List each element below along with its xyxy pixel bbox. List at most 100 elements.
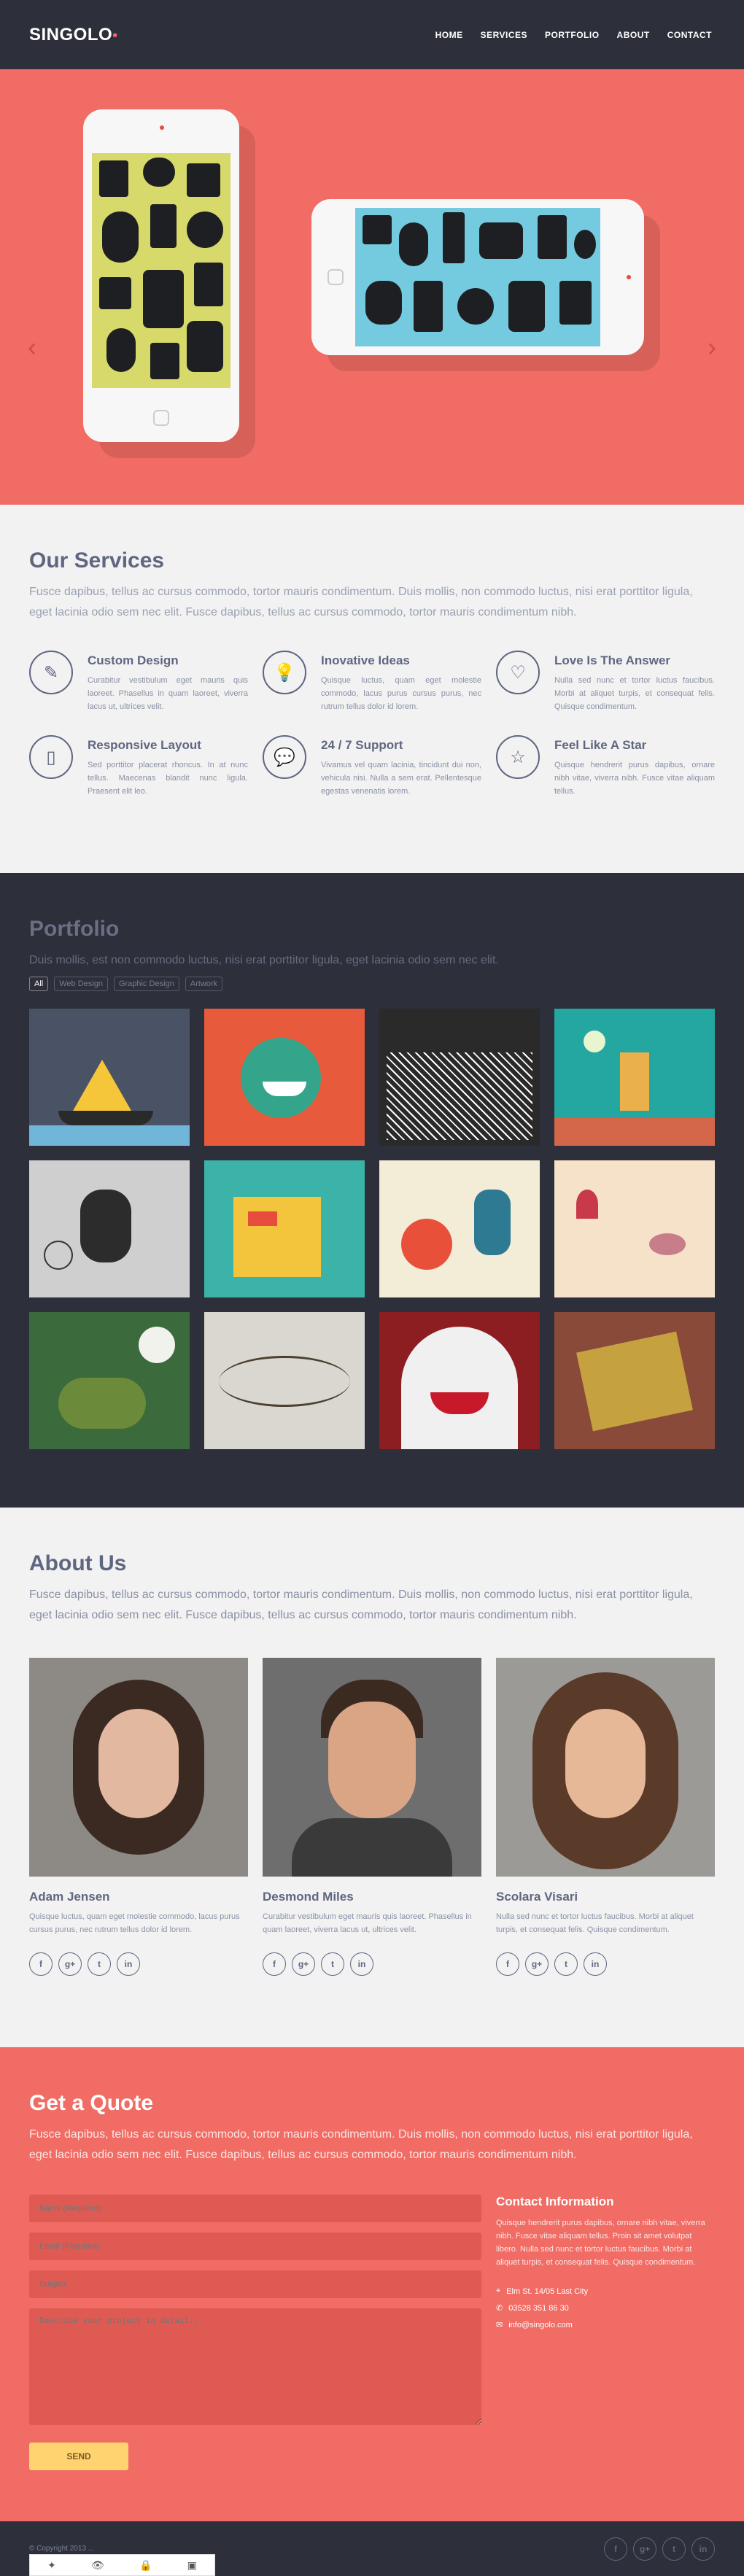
team-grid: Adam Jensen Quisque luctus, quam eget mo… xyxy=(29,1658,715,1976)
phone-icon: ✆ xyxy=(496,2304,503,2313)
linkedin-icon[interactable]: in xyxy=(117,1952,140,1976)
filter-web-design[interactable]: Web Design xyxy=(54,977,108,991)
team-member: Adam Jensen Quisque luctus, quam eget mo… xyxy=(29,1658,248,1976)
member-socials: f g+ t in xyxy=(496,1952,715,1976)
phone-icon: ▯ xyxy=(29,735,73,779)
linkedin-icon[interactable]: in xyxy=(584,1952,607,1976)
filter-artwork[interactable]: Artwork xyxy=(185,977,223,991)
service-text: Quisque hendrerit purus dapibus, ornare … xyxy=(554,761,715,796)
details-field[interactable] xyxy=(29,2308,481,2425)
nav-contact[interactable]: CONTACT xyxy=(664,27,715,43)
logo[interactable]: SINGOLO• xyxy=(29,25,117,45)
send-button[interactable]: SEND xyxy=(29,2443,128,2470)
facebook-icon[interactable]: f xyxy=(604,2537,627,2561)
google-plus-icon[interactable]: g+ xyxy=(633,2537,656,2561)
dragon-artwork[interactable] xyxy=(29,1312,190,1449)
about-section: About Us Fusce dapibus, tellus ac cursus… xyxy=(0,1508,744,2047)
service-title: 24 / 7 Support xyxy=(321,738,403,752)
services-section: Our Services Fusce dapibus, tellus ac cu… xyxy=(0,505,744,873)
name-field[interactable] xyxy=(29,2195,481,2222)
location-icon: ⌖ xyxy=(496,2286,501,2295)
contact-info: Contact Information Quisque hendrerit pu… xyxy=(496,2195,715,2470)
window-icon[interactable]: ▣ xyxy=(187,2559,197,2572)
phone-camera xyxy=(160,125,164,130)
filter-graphic-design[interactable]: Graphic Design xyxy=(113,977,179,991)
twitter-icon[interactable]: t xyxy=(554,1952,578,1976)
subject-field[interactable] xyxy=(29,2270,481,2298)
copyright: © Copyright 2013 ... xyxy=(29,2545,95,2553)
birds-artwork[interactable] xyxy=(554,1160,715,1297)
sketch-creatures-artwork[interactable] xyxy=(29,1160,190,1297)
vertical-phone-screen xyxy=(92,153,230,388)
portfolio-grid xyxy=(29,1009,715,1449)
eye-icon[interactable]: 👁 xyxy=(91,2559,104,2572)
twitter-icon[interactable]: t xyxy=(88,1952,111,1976)
robot-island-artwork[interactable] xyxy=(554,1009,715,1146)
phone-home-button xyxy=(328,269,344,285)
horizontal-phone-image xyxy=(311,199,644,355)
nav-home[interactable]: HOME xyxy=(433,27,466,43)
lettering-artwork[interactable] xyxy=(204,1312,365,1449)
facebook-icon[interactable]: f xyxy=(29,1952,53,1976)
filter-all[interactable]: All xyxy=(29,977,49,991)
facebook-icon[interactable]: f xyxy=(263,1952,286,1976)
email-field[interactable] xyxy=(29,2232,481,2260)
portfolio-title: Portfolio xyxy=(29,917,120,941)
team-member: Scolara Visari Nulla sed nunc et tortor … xyxy=(496,1658,715,1976)
doodle-city-artwork[interactable] xyxy=(379,1009,540,1146)
twitter-icon[interactable]: t xyxy=(662,2537,686,2561)
member-text: Quisque luctus, quam eget molestie commo… xyxy=(29,1912,240,1934)
chat-icon: 💬 xyxy=(263,735,306,779)
contact-email: ✉ info@singolo.com xyxy=(496,2320,715,2330)
service-text: Sed porttitor placerat rhoncus. In at nu… xyxy=(88,761,248,796)
slider-prev-arrow[interactable]: ‹ xyxy=(28,332,36,362)
portfolio-filters: All Web Design Graphic Design Artwork xyxy=(29,977,715,991)
nav-portfolio[interactable]: PORTFOLIO xyxy=(542,27,602,43)
facebook-icon[interactable]: f xyxy=(496,1952,519,1976)
member-text: Nulla sed nunc et tortor luctus faucibus… xyxy=(496,1912,694,1934)
quote-intro: Fusce dapibus, tellus ac cursus commodo,… xyxy=(29,2128,693,2161)
footer-socials: f g+ t in xyxy=(604,2537,715,2561)
service-title: Feel Like A Star xyxy=(554,738,647,752)
golden-book-artwork[interactable] xyxy=(554,1312,715,1449)
email-text[interactable]: info@singolo.com xyxy=(508,2321,573,2329)
service-item: 💡 Inovative Ideas Quisque luctus, quam e… xyxy=(263,651,481,713)
member-name: Scolara Visari xyxy=(496,1890,578,1904)
sailboat-artwork[interactable] xyxy=(29,1009,190,1146)
sdk-city-artwork[interactable] xyxy=(204,1160,365,1297)
white-monster-artwork[interactable] xyxy=(379,1312,540,1449)
horizontal-phone-screen xyxy=(355,208,600,346)
nav-services[interactable]: SERVICES xyxy=(478,27,530,43)
service-item: 💬 24 / 7 Support Vivamus vel quam lacini… xyxy=(263,735,481,798)
star-icon: ☆ xyxy=(496,735,540,779)
twitter-icon[interactable]: t xyxy=(321,1952,344,1976)
lock-icon[interactable]: 🔒 xyxy=(139,2559,152,2572)
contact-title: Contact Information xyxy=(496,2195,614,2208)
services-intro: Fusce dapibus, tellus ac cursus commodo,… xyxy=(29,586,693,618)
site-header: SINGOLO• HOME SERVICES PORTFOLIO ABOUT C… xyxy=(0,0,744,69)
main-nav: HOME SERVICES PORTFOLIO ABOUT CONTACT xyxy=(433,27,715,43)
services-grid: ✎ Custom Design Curabitur vestibulum ege… xyxy=(29,651,715,798)
member-photo xyxy=(263,1658,481,1877)
hero-slider: ‹ › xyxy=(0,69,744,505)
cursor-icon[interactable]: ✦ xyxy=(47,2559,56,2572)
nav-about[interactable]: ABOUT xyxy=(614,27,653,43)
google-plus-icon[interactable]: g+ xyxy=(292,1952,315,1976)
contact-address: ⌖ Elm St. 14/05 Last City xyxy=(496,2286,715,2296)
bulb-icon: 💡 xyxy=(263,651,306,694)
portfolio-section: Portfolio Duis mollis, est non commodo l… xyxy=(0,873,744,1508)
red-robots-artwork[interactable] xyxy=(379,1160,540,1297)
linkedin-icon[interactable]: in xyxy=(691,2537,715,2561)
google-plus-icon[interactable]: g+ xyxy=(525,1952,549,1976)
green-monster-artwork[interactable] xyxy=(204,1009,365,1146)
member-text: Curabitur vestibulum eget mauris quis la… xyxy=(263,1912,472,1934)
service-text: Vivamus vel quam lacinia, tincidunt dui … xyxy=(321,761,481,796)
phone-home-button xyxy=(153,410,169,426)
google-plus-icon[interactable]: g+ xyxy=(58,1952,82,1976)
service-text: Nulla sed nunc et tortor luctus faucibus… xyxy=(554,676,715,711)
slider-next-arrow[interactable]: › xyxy=(708,332,716,362)
linkedin-icon[interactable]: in xyxy=(350,1952,373,1976)
quote-title: Get a Quote xyxy=(29,2091,154,2115)
address-text: Elm St. 14/05 Last City xyxy=(506,2286,589,2296)
service-title: Custom Design xyxy=(88,653,179,667)
